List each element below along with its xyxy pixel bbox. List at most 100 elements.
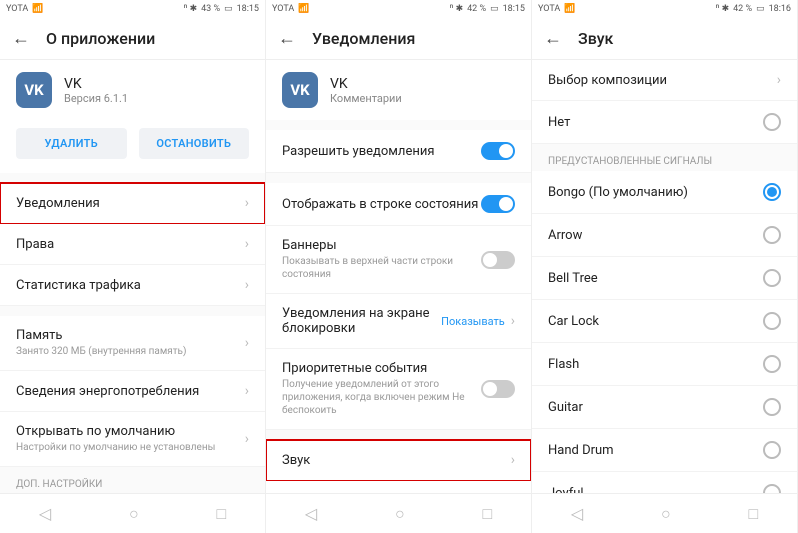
screen-notifications: YOTA 📶 ⁿ ✱ 42 % ▭ 18:15 ← Уведомления VK…: [266, 0, 532, 533]
row-permissions[interactable]: Права ›: [0, 224, 265, 265]
row-tone[interactable]: Arrow: [532, 214, 797, 257]
row-tone[interactable]: Flash: [532, 343, 797, 386]
app-icon: VK: [16, 72, 52, 108]
time-label: 18:16: [769, 4, 791, 14]
row-open-default[interactable]: Открывать по умолчанию Настройки по умол…: [0, 412, 265, 467]
section-header-presets: ПРЕДУСТАНОВЛЕННЫЕ СИГНАЛЫ: [532, 144, 797, 171]
radio-tone[interactable]: [763, 355, 781, 373]
time-label: 18:15: [503, 4, 525, 14]
radio-tone[interactable]: [763, 226, 781, 244]
row-allow-notifications[interactable]: Разрешить уведомления: [266, 130, 531, 173]
status-bar: YOTA 📶 ⁿ ✱ 42 % ▭ 18:15: [266, 0, 531, 18]
app-name-label: VK: [64, 76, 128, 92]
tone-label: Arrow: [548, 228, 763, 243]
page-title: Уведомления: [312, 29, 415, 48]
toggle-banners[interactable]: [481, 251, 515, 269]
radio-none[interactable]: [763, 113, 781, 131]
page-title: Звук: [578, 29, 613, 48]
battery-icon: ▭: [490, 4, 499, 14]
tone-label: Car Lock: [548, 314, 763, 329]
chevron-right-icon: ›: [245, 335, 249, 351]
tone-label: Bell Tree: [548, 271, 763, 286]
nav-back-icon[interactable]: ◁: [305, 504, 317, 523]
nav-back-icon[interactable]: ◁: [39, 504, 51, 523]
signal-icon: 📶: [32, 4, 43, 14]
row-power[interactable]: Сведения энергопотребления ›: [0, 371, 265, 412]
row-tone[interactable]: Guitar: [532, 386, 797, 429]
header: ← О приложении: [0, 18, 265, 60]
nav-bar: ◁ ○ □: [0, 493, 265, 533]
tone-label: Flash: [548, 357, 763, 372]
app-info-block: VK VK Комментарии: [266, 60, 531, 120]
radio-tone[interactable]: [763, 312, 781, 330]
carrier-label: YOTA: [538, 4, 560, 14]
tone-label: Hand Drum: [548, 443, 763, 458]
row-tone[interactable]: Hand Drum: [532, 429, 797, 472]
battery-label: 43 %: [201, 4, 220, 14]
stop-button[interactable]: ОСТАНОВИТЬ: [139, 128, 250, 159]
chevron-right-icon: ›: [511, 313, 515, 329]
carrier-label: YOTA: [272, 4, 294, 14]
header: ← Звук: [532, 18, 797, 60]
toggle-statusbar[interactable]: [481, 195, 515, 213]
chevron-right-icon: ›: [245, 236, 249, 252]
signal-icon: 📶: [298, 4, 309, 14]
carrier-label: YOTA: [6, 4, 28, 14]
radio-tone[interactable]: [763, 484, 781, 493]
tone-label: Guitar: [548, 400, 763, 415]
chevron-right-icon: ›: [245, 277, 249, 293]
app-sub-label: Комментарии: [330, 92, 402, 105]
battery-label: 42 %: [733, 4, 752, 14]
row-tone[interactable]: Car Lock: [532, 300, 797, 343]
row-lockscreen[interactable]: Уведомления на экране блокировки Показыв…: [266, 294, 531, 349]
tone-label: Joyful: [548, 486, 763, 494]
row-none[interactable]: Нет: [532, 101, 797, 144]
nav-home-icon[interactable]: ○: [661, 504, 671, 524]
app-version-label: Версия 6.1.1: [64, 92, 128, 105]
time-label: 18:15: [237, 4, 259, 14]
radio-tone[interactable]: [763, 183, 781, 201]
row-memory[interactable]: Память Занято 320 МБ (внутренняя память)…: [0, 316, 265, 371]
row-tone[interactable]: Bell Tree: [532, 257, 797, 300]
radio-tone[interactable]: [763, 269, 781, 287]
radio-tone[interactable]: [763, 441, 781, 459]
app-icon: VK: [282, 72, 318, 108]
status-bar: YOTA 📶 ⁿ ✱ 42 % ▭ 18:16: [532, 0, 797, 18]
nav-recent-icon[interactable]: □: [748, 504, 758, 524]
row-tone[interactable]: Bongo (По умолчанию): [532, 171, 797, 214]
app-info-block: VK VK Версия 6.1.1: [0, 60, 265, 120]
radio-tone[interactable]: [763, 398, 781, 416]
back-icon[interactable]: ←: [12, 28, 30, 49]
row-traffic[interactable]: Статистика трафика ›: [0, 265, 265, 306]
row-sound[interactable]: Звук ›: [266, 440, 531, 481]
page-title: О приложении: [46, 29, 155, 48]
toggle-priority[interactable]: [481, 380, 515, 398]
row-pick-composition[interactable]: Выбор композиции ›: [532, 60, 797, 101]
header: ← Уведомления: [266, 18, 531, 60]
status-extra-icons: ⁿ ✱: [184, 4, 198, 14]
app-name-label: VK: [330, 76, 402, 92]
row-banners[interactable]: Баннеры Показывать в верхней части строк…: [266, 226, 531, 294]
nav-bar: ◁ ○ □: [532, 493, 797, 533]
battery-label: 42 %: [467, 4, 486, 14]
row-tone[interactable]: Joyful: [532, 472, 797, 493]
back-icon[interactable]: ←: [544, 28, 562, 49]
nav-home-icon[interactable]: ○: [395, 504, 405, 524]
delete-button[interactable]: УДАЛИТЬ: [16, 128, 127, 159]
lockscreen-value: Показывать: [441, 315, 505, 328]
chevron-right-icon: ›: [245, 383, 249, 399]
row-priority[interactable]: Приоритетные события Получение уведомлен…: [266, 349, 531, 430]
row-vibration[interactable]: Вибрация: [266, 481, 531, 493]
back-icon[interactable]: ←: [278, 28, 296, 49]
nav-recent-icon[interactable]: □: [482, 504, 492, 524]
screen-sound: YOTA 📶 ⁿ ✱ 42 % ▭ 18:16 ← Звук Выбор ком…: [532, 0, 798, 533]
row-notifications[interactable]: Уведомления ›: [0, 183, 265, 224]
toggle-allow[interactable]: [481, 142, 515, 160]
chevron-right-icon: ›: [245, 431, 249, 447]
nav-back-icon[interactable]: ◁: [571, 504, 583, 523]
nav-recent-icon[interactable]: □: [216, 504, 226, 524]
nav-home-icon[interactable]: ○: [129, 504, 139, 524]
status-extra-icons: ⁿ ✱: [450, 4, 464, 14]
row-statusbar[interactable]: Отображать в строке состояния: [266, 183, 531, 226]
chevron-right-icon: ›: [511, 452, 515, 468]
